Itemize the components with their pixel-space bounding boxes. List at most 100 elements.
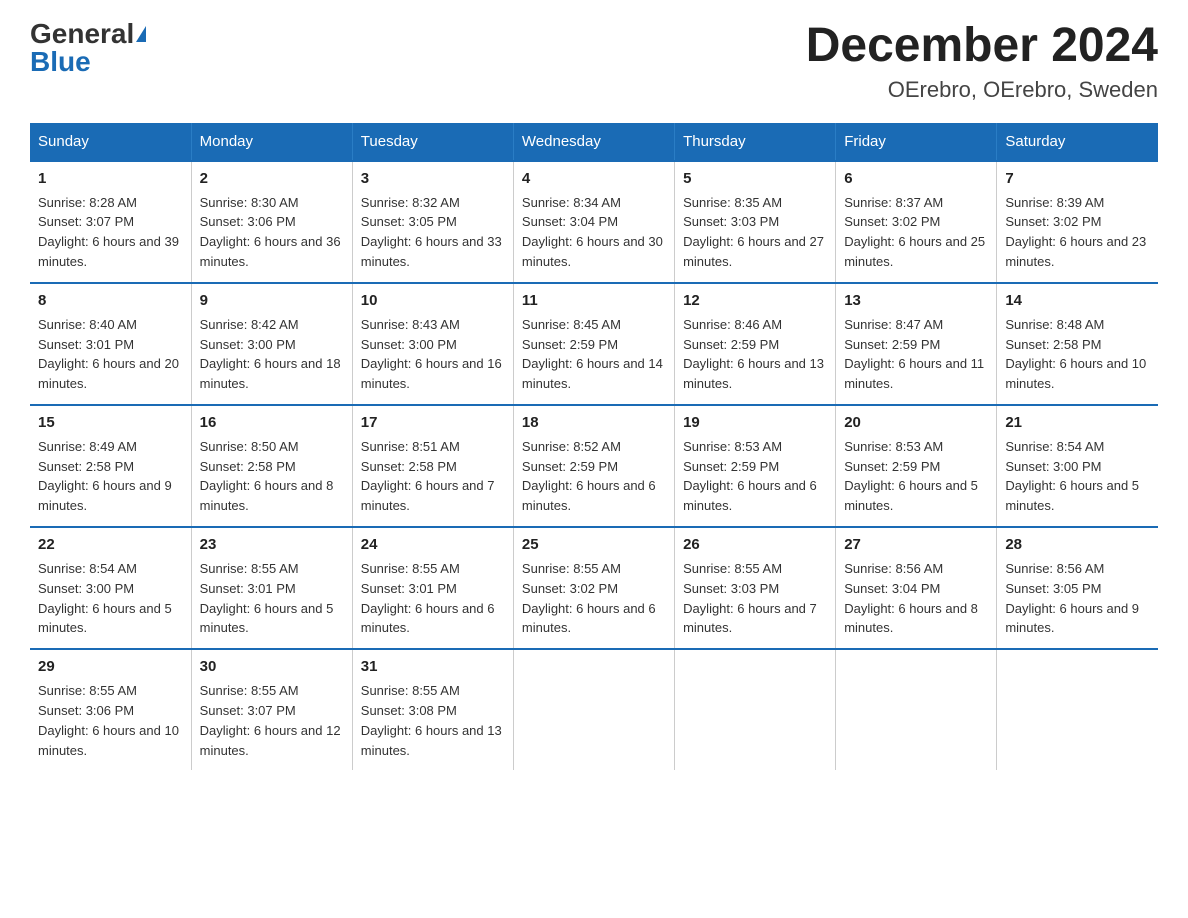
day-cell: 23 Sunrise: 8:55 AMSunset: 3:01 PMDayligh… xyxy=(191,527,352,649)
day-info: Sunrise: 8:55 AMSunset: 3:02 PMDaylight:… xyxy=(522,561,656,636)
week-row-3: 15 Sunrise: 8:49 AMSunset: 2:58 PMDayligh… xyxy=(30,405,1158,527)
day-cell xyxy=(836,649,997,770)
day-info: Sunrise: 8:45 AMSunset: 2:59 PMDaylight:… xyxy=(522,317,663,392)
title-block: December 2024 OErebro, OErebro, Sweden xyxy=(806,20,1158,103)
day-info: Sunrise: 8:40 AMSunset: 3:01 PMDaylight:… xyxy=(38,317,179,392)
day-info: Sunrise: 8:52 AMSunset: 2:59 PMDaylight:… xyxy=(522,439,656,514)
header-saturday: Saturday xyxy=(997,123,1158,161)
logo: General Blue xyxy=(30,20,146,76)
day-number: 25 xyxy=(522,534,666,556)
day-cell: 2 Sunrise: 8:30 AMSunset: 3:06 PMDaylight… xyxy=(191,161,352,283)
day-cell: 1 Sunrise: 8:28 AMSunset: 3:07 PMDaylight… xyxy=(30,161,191,283)
week-row-2: 8 Sunrise: 8:40 AMSunset: 3:01 PMDaylight… xyxy=(30,283,1158,405)
day-cell: 26Sunrise: 8:55 AMSunset: 3:03 PMDayligh… xyxy=(675,527,836,649)
day-number: 17 xyxy=(361,412,505,434)
day-cell xyxy=(513,649,674,770)
day-info: Sunrise: 8:37 AMSunset: 3:02 PMDaylight:… xyxy=(844,195,985,270)
day-info: Sunrise: 8:53 AMSunset: 2:59 PMDaylight:… xyxy=(844,439,978,514)
day-cell: 5 Sunrise: 8:35 AMSunset: 3:03 PMDaylight… xyxy=(675,161,836,283)
day-cell: 19 Sunrise: 8:53 AMSunset: 2:59 PMDayligh… xyxy=(675,405,836,527)
calendar-header-row: SundayMondayTuesdayWednesdayThursdayFrid… xyxy=(30,123,1158,161)
day-cell: 4 Sunrise: 8:34 AMSunset: 3:04 PMDaylight… xyxy=(513,161,674,283)
day-number: 16 xyxy=(200,412,344,434)
day-info: Sunrise: 8:34 AMSunset: 3:04 PMDaylight:… xyxy=(522,195,663,270)
day-cell: 22Sunrise: 8:54 AMSunset: 3:00 PMDayligh… xyxy=(30,527,191,649)
day-number: 13 xyxy=(844,290,988,312)
header-tuesday: Tuesday xyxy=(352,123,513,161)
day-info: Sunrise: 8:51 AMSunset: 2:58 PMDaylight:… xyxy=(361,439,495,514)
day-info: Sunrise: 8:48 AMSunset: 2:58 PMDaylight:… xyxy=(1005,317,1146,392)
day-cell: 12 Sunrise: 8:46 AMSunset: 2:59 PMDayligh… xyxy=(675,283,836,405)
day-info: Sunrise: 8:56 AMSunset: 3:05 PMDaylight:… xyxy=(1005,561,1139,636)
day-number: 23 xyxy=(200,534,344,556)
day-number: 11 xyxy=(522,290,666,312)
day-info: Sunrise: 8:55 AMSunset: 3:08 PMDaylight:… xyxy=(361,683,502,758)
day-info: Sunrise: 8:28 AMSunset: 3:07 PMDaylight:… xyxy=(38,195,179,270)
day-number: 2 xyxy=(200,168,344,190)
day-number: 10 xyxy=(361,290,505,312)
day-info: Sunrise: 8:49 AMSunset: 2:58 PMDaylight:… xyxy=(38,439,172,514)
day-number: 15 xyxy=(38,412,183,434)
day-number: 5 xyxy=(683,168,827,190)
day-cell: 3Sunrise: 8:32 AMSunset: 3:05 PMDaylight… xyxy=(352,161,513,283)
day-info: Sunrise: 8:30 AMSunset: 3:06 PMDaylight:… xyxy=(200,195,341,270)
day-info: Sunrise: 8:46 AMSunset: 2:59 PMDaylight:… xyxy=(683,317,824,392)
day-cell: 9Sunrise: 8:42 AMSunset: 3:00 PMDaylight… xyxy=(191,283,352,405)
logo-blue-text: Blue xyxy=(30,48,91,76)
week-row-5: 29 Sunrise: 8:55 AMSunset: 3:06 PMDayligh… xyxy=(30,649,1158,770)
day-number: 19 xyxy=(683,412,827,434)
day-cell: 6 Sunrise: 8:37 AMSunset: 3:02 PMDaylight… xyxy=(836,161,997,283)
day-cell: 30Sunrise: 8:55 AMSunset: 3:07 PMDayligh… xyxy=(191,649,352,770)
day-info: Sunrise: 8:55 AMSunset: 3:06 PMDaylight:… xyxy=(38,683,179,758)
day-info: Sunrise: 8:53 AMSunset: 2:59 PMDaylight:… xyxy=(683,439,817,514)
day-info: Sunrise: 8:55 AMSunset: 3:01 PMDaylight:… xyxy=(361,561,495,636)
day-cell: 13 Sunrise: 8:47 AMSunset: 2:59 PMDayligh… xyxy=(836,283,997,405)
day-number: 1 xyxy=(38,168,183,190)
day-number: 30 xyxy=(200,656,344,678)
day-info: Sunrise: 8:43 AMSunset: 3:00 PMDaylight:… xyxy=(361,317,502,392)
day-cell: 18Sunrise: 8:52 AMSunset: 2:59 PMDayligh… xyxy=(513,405,674,527)
header-thursday: Thursday xyxy=(675,123,836,161)
page-header: General Blue December 2024 OErebro, OEre… xyxy=(30,20,1158,103)
day-cell: 31 Sunrise: 8:55 AMSunset: 3:08 PMDayligh… xyxy=(352,649,513,770)
day-cell: 27Sunrise: 8:56 AMSunset: 3:04 PMDayligh… xyxy=(836,527,997,649)
day-number: 6 xyxy=(844,168,988,190)
day-cell: 11 Sunrise: 8:45 AMSunset: 2:59 PMDayligh… xyxy=(513,283,674,405)
day-cell: 21Sunrise: 8:54 AMSunset: 3:00 PMDayligh… xyxy=(997,405,1158,527)
day-number: 8 xyxy=(38,290,183,312)
week-row-4: 22Sunrise: 8:54 AMSunset: 3:00 PMDayligh… xyxy=(30,527,1158,649)
day-cell: 8 Sunrise: 8:40 AMSunset: 3:01 PMDaylight… xyxy=(30,283,191,405)
day-number: 31 xyxy=(361,656,505,678)
day-number: 12 xyxy=(683,290,827,312)
day-number: 24 xyxy=(361,534,505,556)
day-cell: 16Sunrise: 8:50 AMSunset: 2:58 PMDayligh… xyxy=(191,405,352,527)
day-info: Sunrise: 8:35 AMSunset: 3:03 PMDaylight:… xyxy=(683,195,824,270)
day-cell: 7 Sunrise: 8:39 AMSunset: 3:02 PMDaylight… xyxy=(997,161,1158,283)
day-number: 3 xyxy=(361,168,505,190)
day-number: 14 xyxy=(1005,290,1150,312)
day-cell: 28 Sunrise: 8:56 AMSunset: 3:05 PMDayligh… xyxy=(997,527,1158,649)
location-subtitle: OErebro, OErebro, Sweden xyxy=(806,77,1158,103)
header-monday: Monday xyxy=(191,123,352,161)
day-cell: 29 Sunrise: 8:55 AMSunset: 3:06 PMDayligh… xyxy=(30,649,191,770)
day-cell: 14 Sunrise: 8:48 AMSunset: 2:58 PMDayligh… xyxy=(997,283,1158,405)
day-info: Sunrise: 8:55 AMSunset: 3:03 PMDaylight:… xyxy=(683,561,817,636)
day-info: Sunrise: 8:47 AMSunset: 2:59 PMDaylight:… xyxy=(844,317,984,392)
day-cell: 17 Sunrise: 8:51 AMSunset: 2:58 PMDayligh… xyxy=(352,405,513,527)
day-info: Sunrise: 8:39 AMSunset: 3:02 PMDaylight:… xyxy=(1005,195,1146,270)
day-cell: 24 Sunrise: 8:55 AMSunset: 3:01 PMDayligh… xyxy=(352,527,513,649)
day-number: 28 xyxy=(1005,534,1150,556)
day-info: Sunrise: 8:55 AMSunset: 3:01 PMDaylight:… xyxy=(200,561,334,636)
day-cell: 10 Sunrise: 8:43 AMSunset: 3:00 PMDayligh… xyxy=(352,283,513,405)
day-number: 7 xyxy=(1005,168,1150,190)
day-number: 4 xyxy=(522,168,666,190)
logo-triangle-icon xyxy=(136,26,146,42)
day-number: 20 xyxy=(844,412,988,434)
day-info: Sunrise: 8:54 AMSunset: 3:00 PMDaylight:… xyxy=(1005,439,1139,514)
week-row-1: 1 Sunrise: 8:28 AMSunset: 3:07 PMDaylight… xyxy=(30,161,1158,283)
day-number: 27 xyxy=(844,534,988,556)
day-number: 29 xyxy=(38,656,183,678)
day-cell: 15 Sunrise: 8:49 AMSunset: 2:58 PMDayligh… xyxy=(30,405,191,527)
day-number: 22 xyxy=(38,534,183,556)
day-cell: 20 Sunrise: 8:53 AMSunset: 2:59 PMDayligh… xyxy=(836,405,997,527)
